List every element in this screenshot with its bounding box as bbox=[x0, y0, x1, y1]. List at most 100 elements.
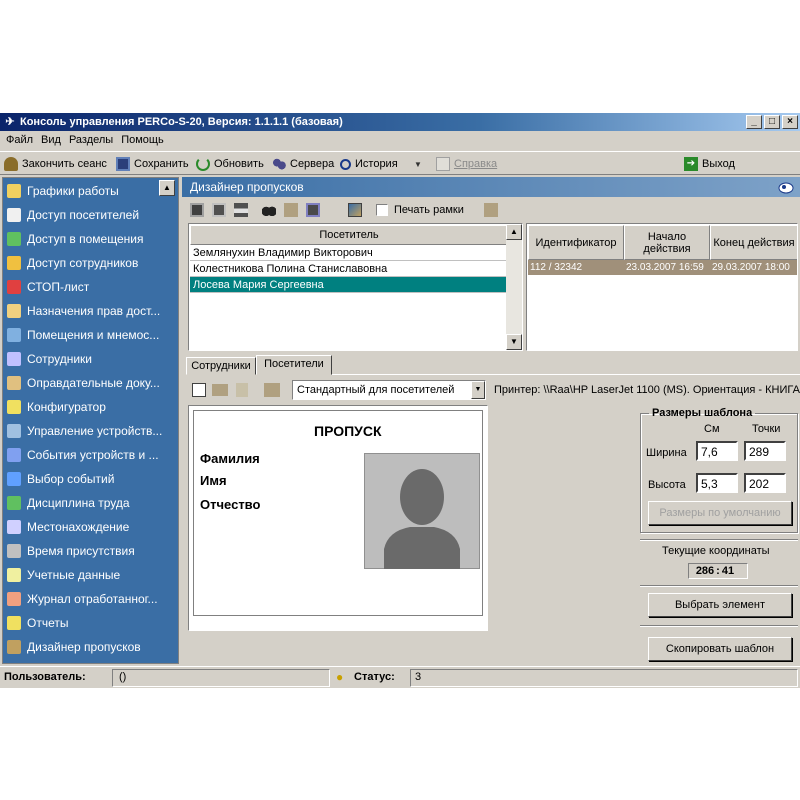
width-cm-field[interactable]: 7,6 bbox=[696, 441, 738, 461]
device-events-icon bbox=[7, 448, 21, 462]
sidebar-item[interactable]: Доступ сотрудников bbox=[7, 252, 138, 274]
close-button[interactable]: × bbox=[782, 115, 798, 129]
sidebar-item[interactable]: Время присутствия bbox=[7, 540, 135, 562]
copy-template-button[interactable]: Скопировать шаблон bbox=[648, 637, 792, 661]
pass-card[interactable]: ПРОПУСК Фамилия Имя Отчество bbox=[193, 410, 483, 616]
refresh-label: Обновить bbox=[214, 158, 264, 170]
lock-icon bbox=[7, 256, 21, 270]
documents-icon bbox=[7, 376, 21, 390]
sidebar-item[interactable]: Учетные данные bbox=[7, 564, 120, 586]
lightbulb-icon: ● bbox=[336, 670, 344, 684]
binoculars-icon[interactable] bbox=[262, 203, 276, 217]
sidebar-item[interactable]: Конфигуратор bbox=[7, 396, 106, 418]
width-points-field[interactable]: 289 bbox=[744, 441, 786, 461]
scroll-down-arrow[interactable]: ▼ bbox=[506, 334, 522, 350]
design-canvas: ПРОПУСК Фамилия Имя Отчество bbox=[188, 405, 488, 631]
magnifier-icon bbox=[340, 158, 351, 170]
sidebar-item[interactable]: Отчеты bbox=[7, 612, 68, 634]
end-column-header[interactable]: Конец действия bbox=[710, 225, 797, 260]
presence-time-icon bbox=[7, 544, 21, 558]
servers-button[interactable]: Сервера bbox=[272, 155, 334, 173]
new-icon[interactable] bbox=[190, 203, 204, 217]
menu-file[interactable]: Файл bbox=[0, 131, 37, 149]
add-element-icon[interactable] bbox=[192, 383, 206, 397]
history-dropdown[interactable]: ▼ bbox=[414, 155, 422, 173]
save-button[interactable]: Сохранить bbox=[116, 155, 189, 173]
sidebar-item[interactable]: Журнал отработанног... bbox=[7, 588, 158, 610]
sidebar-item[interactable]: Доступ в помещения bbox=[7, 228, 143, 250]
sidebar-item[interactable]: Помещения и мнемос... bbox=[7, 324, 159, 346]
menu-view[interactable]: Вид bbox=[37, 131, 65, 149]
sidebar-item[interactable]: Управление устройств... bbox=[7, 420, 162, 442]
sidebar-item[interactable]: Выбор событий bbox=[7, 468, 114, 490]
template-properties: Размеры шаблона См Точки Ширина 7,6 289 … bbox=[640, 403, 798, 663]
sidebar-item[interactable]: Назначения прав дост... bbox=[7, 300, 160, 322]
print-icon[interactable] bbox=[234, 203, 248, 217]
height-cm-field[interactable]: 5,3 bbox=[696, 473, 738, 493]
minimize-button[interactable]: _ bbox=[746, 115, 762, 129]
exit-button[interactable]: ➔ Выход bbox=[684, 155, 735, 173]
text-element-icon bbox=[212, 384, 228, 396]
card-icon bbox=[484, 203, 498, 217]
pin-icon[interactable] bbox=[778, 180, 794, 194]
print-frames-checkbox[interactable] bbox=[376, 204, 388, 216]
history-button[interactable]: История bbox=[340, 155, 398, 173]
height-points-field[interactable]: 202 bbox=[744, 473, 786, 493]
coord-y: 41 bbox=[721, 565, 735, 577]
designer-toolbar: Печать рамки bbox=[182, 199, 800, 221]
maximize-button[interactable]: □ bbox=[764, 115, 780, 129]
status-pane: 3 bbox=[410, 669, 798, 687]
app-icon: ✈ bbox=[5, 116, 15, 128]
sidebar-item[interactable]: Дисциплина труда bbox=[7, 492, 130, 514]
help-button[interactable]: Справка bbox=[436, 155, 497, 173]
template-select[interactable]: Стандартный для посетителей ▼ bbox=[292, 380, 486, 400]
menu-help[interactable]: Помощь bbox=[117, 131, 168, 149]
id-column-header[interactable]: Идентификатор bbox=[528, 225, 624, 260]
card-field-patronymic[interactable]: Отчество bbox=[200, 497, 260, 512]
scroll-up-arrow[interactable]: ▲ bbox=[506, 224, 522, 240]
employees-icon bbox=[7, 352, 21, 366]
visitor-column-header[interactable]: Посетитель bbox=[190, 225, 508, 245]
sidebar-item-label: События устройств и ... bbox=[27, 448, 159, 462]
sidebar-scroll-up[interactable]: ▲ bbox=[159, 180, 175, 196]
default-size-button[interactable]: Размеры по умолчанию bbox=[648, 501, 792, 525]
refresh-button[interactable]: Обновить bbox=[196, 155, 264, 173]
location-icon bbox=[7, 520, 21, 534]
photo-placeholder-icon[interactable] bbox=[364, 453, 480, 569]
sidebar-item[interactable]: Графики работы bbox=[7, 180, 119, 202]
photo-element-icon bbox=[264, 383, 280, 397]
sidebar-item[interactable]: Сотрудники bbox=[7, 348, 92, 370]
sidebar-item-label: Конфигуратор bbox=[27, 400, 106, 414]
template-dropdown-arrow[interactable]: ▼ bbox=[471, 381, 485, 399]
sidebar-item[interactable]: Местонахождение bbox=[7, 516, 129, 538]
menu-sections[interactable]: Разделы bbox=[65, 131, 117, 149]
tab-visitors[interactable]: Посетители bbox=[256, 355, 332, 375]
end-session-button[interactable]: Закончить сеанс bbox=[4, 155, 107, 173]
copy-icon[interactable] bbox=[212, 203, 226, 217]
sidebar-item-label: Дисциплина труда bbox=[27, 496, 130, 510]
sidebar-item[interactable]: Оправдательные доку... bbox=[7, 372, 160, 394]
tab-employees[interactable]: Сотрудники bbox=[186, 357, 256, 375]
panel-header: Дизайнер пропусков bbox=[182, 177, 800, 197]
visitor-row[interactable]: Лосева Мария Сергеевна bbox=[190, 277, 508, 293]
discipline-icon bbox=[7, 496, 21, 510]
sidebar-item[interactable]: СТОП-лист bbox=[7, 276, 89, 298]
sidebar-item[interactable]: Дизайнер пропусков bbox=[7, 636, 141, 658]
user-pane: () bbox=[112, 669, 330, 687]
visitor-row[interactable]: Землянухин Владимир Викторович bbox=[190, 245, 508, 261]
sidebar-item[interactable]: События устройств и ... bbox=[7, 444, 159, 466]
start-column-header[interactable]: Начало действия bbox=[624, 225, 710, 260]
card-field-name[interactable]: Имя bbox=[200, 473, 227, 488]
visitors-scrollbar[interactable]: ▲ ▼ bbox=[506, 224, 522, 350]
rights-icon bbox=[7, 304, 21, 318]
tab-strip: Сотрудники Посетители bbox=[186, 355, 800, 375]
sidebar-item[interactable]: Доступ посетителей bbox=[7, 204, 139, 226]
edit-card-icon[interactable] bbox=[306, 203, 320, 217]
image-icon[interactable] bbox=[348, 203, 362, 217]
visitor-row[interactable]: Колестникова Полина Станиславовна bbox=[190, 261, 508, 277]
exit-label: Выход bbox=[702, 158, 735, 170]
user-label: Пользователь: bbox=[4, 671, 86, 683]
status-label: Статус: bbox=[354, 671, 395, 683]
select-element-button[interactable]: Выбрать элемент bbox=[648, 593, 792, 617]
card-field-surname[interactable]: Фамилия bbox=[200, 451, 260, 466]
